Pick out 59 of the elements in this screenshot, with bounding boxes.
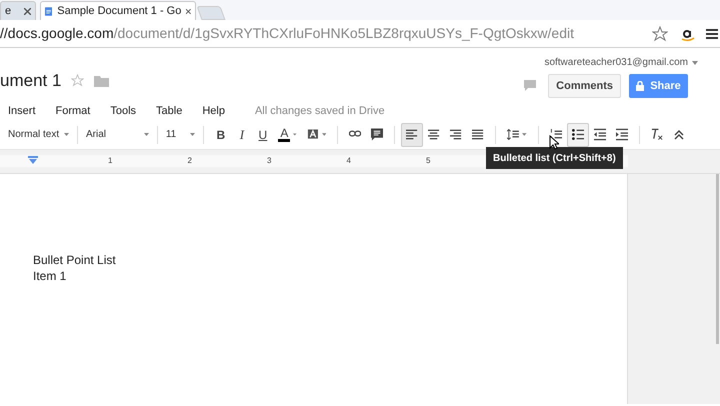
menu-icon[interactable] bbox=[706, 28, 718, 40]
toolbar-dropdown[interactable]: Normal text bbox=[6, 122, 72, 146]
caret-icon[interactable] bbox=[293, 133, 297, 136]
tooltip: Bulleted list (Ctrl+Shift+8) bbox=[486, 147, 623, 169]
document-paragraph: Item 1 bbox=[33, 268, 68, 284]
ruler-number: 3 bbox=[267, 155, 272, 167]
menu-item[interactable]: Table bbox=[156, 102, 182, 119]
ruler-number: 2 bbox=[188, 155, 192, 167]
close-icon[interactable] bbox=[186, 8, 191, 14]
highlight-color-icon[interactable] bbox=[306, 128, 319, 141]
underline-button[interactable]: U bbox=[252, 122, 274, 146]
ruler-number: 1 bbox=[108, 155, 112, 167]
scrollbar-thumb[interactable] bbox=[716, 174, 719, 344]
menu-item[interactable]: Insert bbox=[8, 102, 36, 119]
caret-icon[interactable] bbox=[322, 133, 326, 136]
increase-indent-icon[interactable] bbox=[616, 128, 628, 141]
close-icon[interactable] bbox=[24, 8, 31, 14]
italic-button[interactable]: I bbox=[231, 122, 252, 146]
text-color-button[interactable]: A bbox=[273, 122, 302, 146]
star-icon[interactable] bbox=[71, 74, 84, 88]
document-paragraph: Bullet Point List bbox=[33, 252, 117, 268]
align-justify-icon[interactable] bbox=[472, 128, 484, 141]
align-right-icon[interactable] bbox=[450, 128, 462, 141]
decrease-indent-icon[interactable] bbox=[594, 128, 606, 141]
address-bar-url[interactable]: //docs.google.com/document/d/1gSvxRYThCXrluFoHNKo5LBZ8rqxuUSYs_F-QgtOskxw/edit bbox=[0, 25, 574, 41]
mouse-cursor-icon bbox=[549, 135, 559, 150]
ruler-number: 5 bbox=[426, 155, 430, 167]
account-email[interactable]: softwareteacher031@gmail.com bbox=[544, 55, 688, 70]
caret-icon[interactable] bbox=[144, 133, 149, 136]
lock-icon bbox=[636, 81, 644, 91]
caret-icon[interactable] bbox=[190, 133, 196, 136]
caret-icon[interactable] bbox=[64, 133, 70, 136]
toolbar-button[interactable] bbox=[401, 122, 424, 146]
document-title[interactable]: ument 1 bbox=[0, 68, 62, 94]
bulleted-list-icon[interactable] bbox=[572, 128, 584, 141]
caret-icon[interactable] bbox=[522, 133, 527, 136]
toolbar-button[interactable] bbox=[566, 122, 589, 146]
line-spacing-icon[interactable] bbox=[507, 128, 520, 141]
star-icon[interactable] bbox=[652, 26, 668, 42]
double-chevron-icon[interactable] bbox=[674, 130, 684, 140]
browser-tab[interactable]: Sample Document 1 - Go bbox=[40, 1, 196, 20]
save-status: All changes saved in Drive bbox=[254, 104, 385, 118]
document-icon[interactable] bbox=[45, 4, 52, 18]
toolbar-dropdown[interactable]: Arial bbox=[84, 122, 151, 146]
menu-item[interactable]: Tools bbox=[110, 102, 136, 119]
align-center-icon[interactable] bbox=[428, 128, 440, 141]
menu-item[interactable]: Help bbox=[202, 102, 225, 119]
bold-button[interactable]: B bbox=[210, 122, 232, 146]
caret-icon[interactable] bbox=[692, 60, 698, 64]
ruler-number: 4 bbox=[346, 155, 351, 167]
clear-formatting-icon[interactable] bbox=[650, 128, 663, 141]
menu-item[interactable]: Format bbox=[56, 102, 90, 119]
browser-tab[interactable]: e bbox=[0, 1, 36, 20]
align-left-icon[interactable] bbox=[406, 128, 418, 141]
comment-icon[interactable] bbox=[371, 128, 384, 141]
comments-button[interactable]: Comments bbox=[548, 74, 621, 98]
toolbar-dropdown[interactable]: 11 bbox=[164, 122, 198, 146]
numbered-list-icon[interactable] bbox=[550, 128, 562, 141]
indent-marker-icon[interactable] bbox=[28, 156, 38, 164]
